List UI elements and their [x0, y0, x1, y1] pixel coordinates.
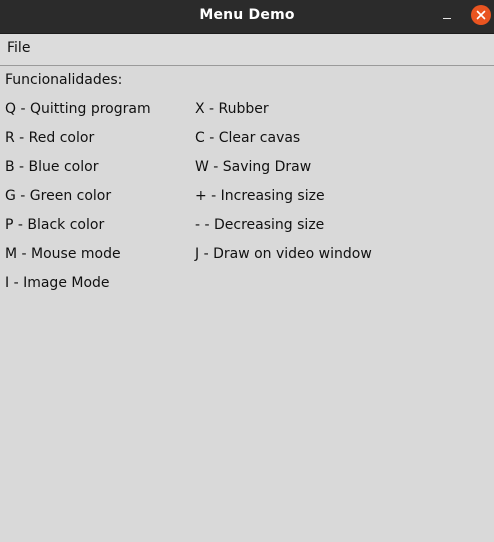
shortcut-item: W - Saving Draw: [195, 159, 312, 175]
shortcut-item: X - Rubber: [195, 101, 269, 117]
shortcut-item: G - Green color: [5, 188, 112, 204]
window-title: Menu Demo: [199, 7, 295, 23]
shortcut-item: - - Decreasing size: [195, 217, 325, 233]
menu-file[interactable]: File: [2, 38, 35, 58]
shortcut-item: C - Clear cavas: [195, 130, 301, 146]
minimize-icon: [443, 18, 451, 19]
menu-bar: File: [0, 34, 494, 66]
minimize-button[interactable]: [436, 6, 458, 28]
main-content: Funcionalidades: Q - Quitting program R …: [0, 66, 494, 542]
features-heading: Funcionalidades:: [5, 72, 123, 88]
close-icon: [476, 10, 486, 20]
title-bar[interactable]: Menu Demo: [0, 0, 494, 34]
shortcut-item: M - Mouse mode: [5, 246, 121, 262]
shortcut-list-right: X - Rubber C - Clear cavas W - Saving Dr…: [195, 101, 372, 275]
shortcut-item: P - Black color: [5, 217, 105, 233]
shortcut-item: R - Red color: [5, 130, 95, 146]
app-window: Menu Demo File Funcionalidades: Q - Quit…: [0, 0, 494, 542]
shortcut-list-left: Q - Quitting program R - Red color B - B…: [5, 101, 151, 304]
shortcut-item: I - Image Mode: [5, 275, 110, 291]
shortcut-item: B - Blue color: [5, 159, 99, 175]
close-button[interactable]: [471, 5, 491, 25]
shortcut-item: + - Increasing size: [195, 188, 325, 204]
shortcut-item: J - Draw on video window: [195, 246, 372, 262]
shortcut-item: Q - Quitting program: [5, 101, 151, 117]
